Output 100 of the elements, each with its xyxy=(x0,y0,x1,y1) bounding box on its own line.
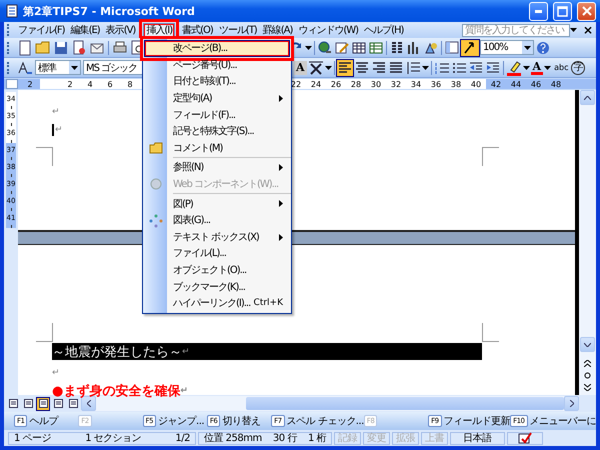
submenu-arrow-icon xyxy=(279,94,283,102)
hyperlink-icon[interactable] xyxy=(317,40,333,56)
spreadsheet-icon[interactable] xyxy=(368,40,384,56)
tab-selector[interactable] xyxy=(6,79,18,89)
page-number: 1 ページ xyxy=(14,432,52,445)
menu-item[interactable]: コメント(M) xyxy=(144,140,290,156)
scroll-up-button[interactable] xyxy=(580,90,595,105)
next-page-icon[interactable] xyxy=(584,384,591,391)
language-indicator: 日本語 xyxy=(450,432,504,444)
heading-text: ～地震が発生したら～ xyxy=(52,344,182,360)
decrease-indent-icon[interactable] xyxy=(468,60,484,76)
submenu-arrow-icon xyxy=(279,200,283,208)
ruler-number: 40 xyxy=(470,80,482,88)
caret-icon[interactable] xyxy=(71,66,78,70)
printer-icon[interactable] xyxy=(112,40,128,56)
menu-item[interactable]: 記号と特殊文字(S)... xyxy=(144,122,290,140)
submenu-arrow-icon xyxy=(279,164,283,172)
help-icon[interactable] xyxy=(535,40,551,56)
caret-icon[interactable] xyxy=(305,46,312,50)
menu-item[interactable]: 罫線(A) xyxy=(260,22,296,38)
character-shading-button[interactable]: A xyxy=(294,60,307,74)
style-combo[interactable]: 標準 xyxy=(35,60,81,75)
align-left-icon[interactable] xyxy=(336,60,353,76)
outline-view-button[interactable] xyxy=(51,396,65,410)
text-cursor xyxy=(52,124,54,136)
drawing-icon[interactable] xyxy=(334,40,350,56)
caret-icon[interactable] xyxy=(522,66,530,70)
paragraph-mark: ↵ xyxy=(182,346,190,356)
browse-object-icon[interactable] xyxy=(584,372,591,379)
print-layout-button[interactable] xyxy=(36,396,50,410)
align-right-icon[interactable] xyxy=(370,60,387,76)
minimize-button[interactable] xyxy=(529,2,548,20)
spelling-status-icon[interactable] xyxy=(518,432,532,444)
table-icon[interactable] xyxy=(351,40,367,56)
styles-icon[interactable] xyxy=(17,60,33,76)
menu-item[interactable]: ウィンドウ(W) xyxy=(295,22,362,38)
ruler-number: 2 xyxy=(66,80,74,88)
caret-icon[interactable] xyxy=(544,66,552,70)
menu-item[interactable]: フィールド(F)... xyxy=(144,106,290,123)
menu-item[interactable]: 参照(N) xyxy=(144,159,290,176)
increase-indent-icon[interactable] xyxy=(484,60,501,76)
phonetic-guide-button[interactable]: abc xyxy=(552,60,570,74)
caret-icon[interactable] xyxy=(422,66,429,70)
permission-icon[interactable] xyxy=(71,40,87,56)
ruler-number: 8 xyxy=(126,80,134,88)
menu-item[interactable]: 編集(E) xyxy=(68,22,103,38)
scroll-left-button[interactable] xyxy=(81,396,96,411)
reading-view-button[interactable] xyxy=(66,396,80,410)
ruler-number: 6 xyxy=(106,80,114,88)
maximize-button[interactable] xyxy=(553,2,572,20)
web-view-button[interactable] xyxy=(21,396,35,410)
crop-mark xyxy=(36,147,53,166)
menu-item[interactable]: オブジェクト(O)... xyxy=(144,262,290,278)
ruler-number: 48 xyxy=(550,80,562,88)
column-number: 1 桁 xyxy=(308,432,326,445)
ruler-number: 26 xyxy=(330,80,342,88)
menu-item[interactable]: ブックマーク(K)... xyxy=(144,278,290,295)
close-document-button[interactable]: × xyxy=(582,23,592,37)
font-color-button[interactable]: A xyxy=(530,60,544,74)
close-button[interactable] xyxy=(577,2,596,20)
caret-icon[interactable] xyxy=(324,66,332,70)
paragraph-mark: ↵ xyxy=(52,107,60,117)
crop-mark xyxy=(482,323,499,342)
menu-item[interactable]: ファイル(L)... xyxy=(144,245,290,262)
zoom-combo[interactable]: 100% xyxy=(480,40,534,55)
paragraph-text: ●まず身の安全を確保 xyxy=(52,382,180,400)
scrollbar-thumb[interactable] xyxy=(246,397,564,410)
normal-view-button[interactable] xyxy=(6,396,20,410)
scroll-down-button[interactable] xyxy=(580,337,595,352)
page-icon xyxy=(24,399,32,408)
line-spacing-icon[interactable] xyxy=(404,60,421,76)
caret-icon[interactable] xyxy=(524,46,531,50)
diagram-icon xyxy=(149,214,163,228)
ruler-number: 24 xyxy=(310,80,322,88)
new-document-icon[interactable] xyxy=(17,40,33,56)
highlighter-icon[interactable] xyxy=(506,60,522,76)
justify-icon[interactable] xyxy=(388,60,404,76)
paragraph-mark: ↵ xyxy=(52,368,60,378)
columns-icon[interactable] xyxy=(389,40,405,56)
menu-item[interactable]: 定型句(A) xyxy=(144,90,290,106)
dropdown-icon[interactable] xyxy=(570,28,577,32)
paragraph-mark-icon[interactable] xyxy=(461,40,479,56)
menu-item[interactable]: 図(P) xyxy=(144,195,290,212)
menu-item[interactable]: 図表(G)... xyxy=(144,212,290,229)
help-search-field[interactable]: 質問を入力してください xyxy=(462,24,570,36)
menu-item[interactable]: ヘルプ(H) xyxy=(361,22,406,38)
page-count: 1/2 xyxy=(175,432,190,444)
menu-item[interactable]: ファイル(F) xyxy=(15,22,68,38)
menu-item[interactable]: 表示(V) xyxy=(102,22,138,38)
menu-item[interactable]: ハイパーリンク(I)... Ctrl+K xyxy=(144,294,290,312)
menu-item[interactable]: ツール(T) xyxy=(216,22,260,38)
scroll-right-button[interactable] xyxy=(564,396,579,411)
character-scaling-icon[interactable] xyxy=(308,60,324,76)
previous-page-icon[interactable] xyxy=(584,360,591,367)
align-center-icon[interactable] xyxy=(354,60,370,76)
document-map-icon[interactable] xyxy=(444,40,460,56)
menu-item[interactable]: 書式(O) xyxy=(179,22,216,38)
enclosed-character-button[interactable]: 字 xyxy=(571,60,586,74)
menu-item[interactable]: 日付と時刻(T)... xyxy=(144,73,290,90)
ruler-number: 42 xyxy=(490,80,502,88)
